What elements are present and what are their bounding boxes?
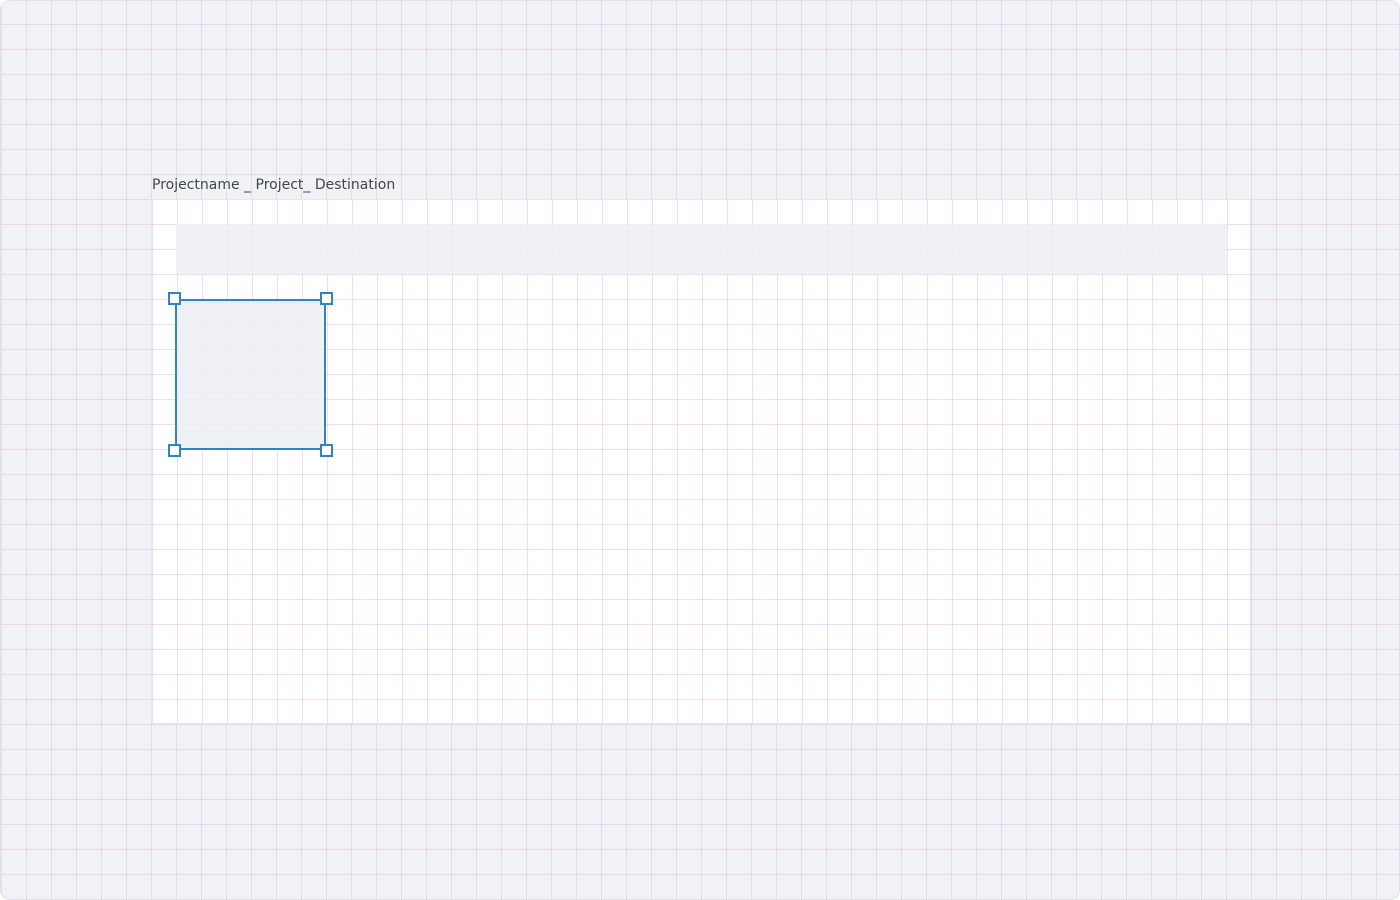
artboard-frame[interactable] [151,199,1251,724]
header-placeholder-shape[interactable] [176,224,1227,274]
resize-handle-bottom-left[interactable] [168,444,181,457]
design-canvas[interactable]: Projectname _ Project_ Destination [0,0,1400,900]
resize-handle-bottom-right[interactable] [320,444,333,457]
resize-handle-top-left[interactable] [168,292,181,305]
frame-title-label[interactable]: Projectname _ Project_ Destination [152,176,395,194]
selected-element[interactable] [168,292,333,457]
selected-square-shape[interactable] [175,299,326,450]
resize-handle-top-right[interactable] [320,292,333,305]
